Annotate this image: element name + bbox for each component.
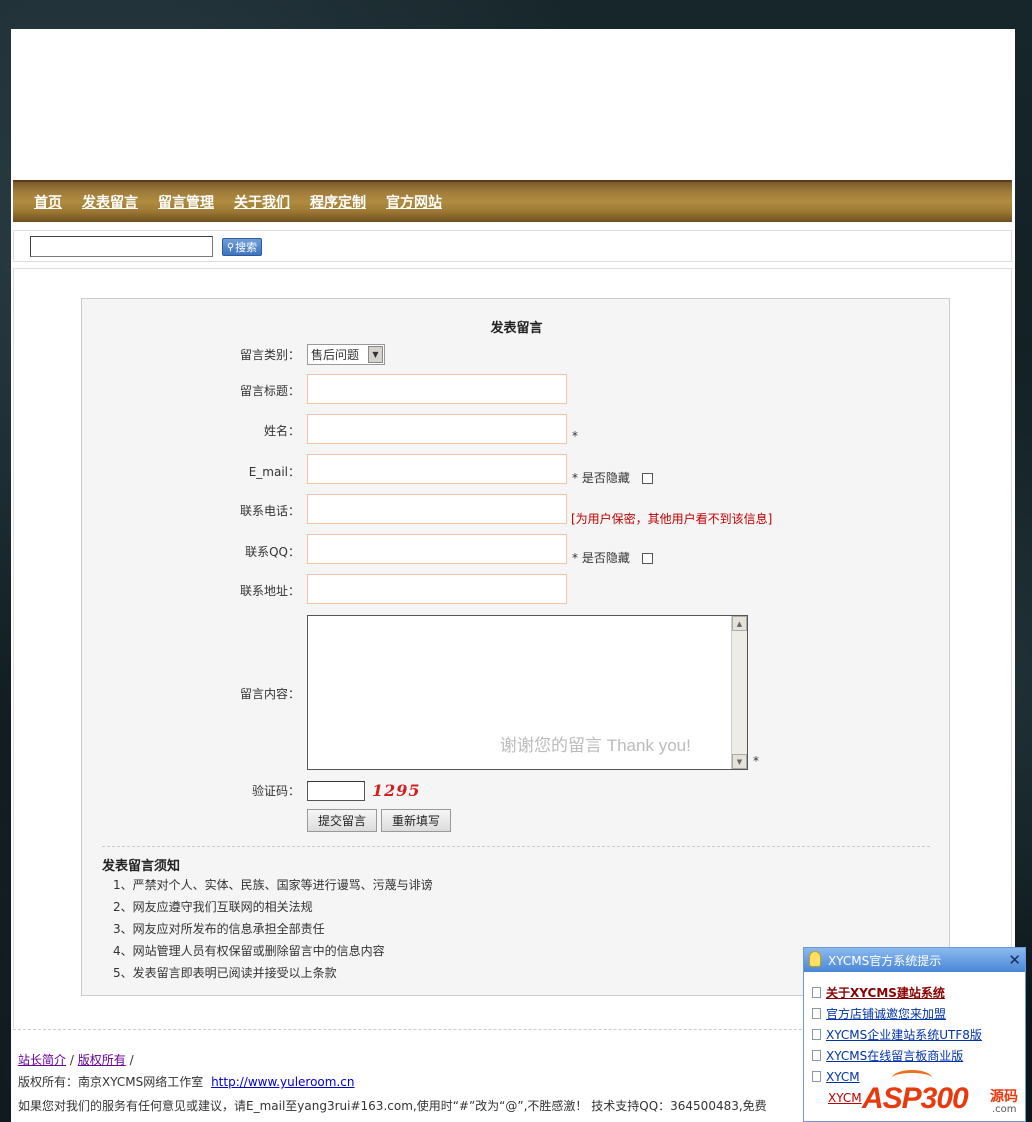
nav-manage-messages[interactable]: 留言管理 [158, 192, 214, 212]
category-select[interactable]: 售后问题 ▼ [307, 344, 385, 365]
rule-item: 2、网友应遵守我们互联网的相关法规 [113, 900, 313, 914]
email-required-mark: * [572, 471, 578, 485]
address-input[interactable] [307, 574, 567, 604]
popup-title: XYCMS官方系统提示 [828, 953, 942, 968]
name-label: 姓名： [263, 424, 300, 438]
address-label: 联系地址： [239, 584, 300, 598]
popup-list-item: XYCMS在线留言板商业版 [812, 1045, 1025, 1066]
nav-official-site[interactable]: 官方网站 [386, 192, 442, 212]
search-button-label: 搜索 [235, 241, 258, 254]
document-icon [812, 1029, 821, 1040]
qq-label: 联系QQ： [245, 545, 300, 559]
popup-link[interactable]: XYCM [826, 1070, 860, 1084]
category-selected-value: 售后问题 [311, 348, 360, 362]
header-banner [11, 29, 1015, 179]
scroll-up-icon[interactable]: ▲ [732, 616, 747, 631]
chevron-down-icon: ▼ [368, 346, 383, 363]
footer-contact: 如果您对我们的服务有任何意见或建议，请E_mail至yang3rui#163.c… [18, 1099, 767, 1113]
subject-input[interactable] [307, 374, 567, 404]
qq-hide-checkbox[interactable] [641, 553, 653, 564]
search-input[interactable] [30, 236, 213, 257]
qq-input[interactable] [307, 534, 567, 564]
document-icon [812, 987, 821, 998]
submit-button[interactable]: 提交留言 [307, 809, 378, 832]
search-icon: ⚲ [226, 241, 235, 253]
popup-link[interactable]: XYCM [828, 1091, 862, 1105]
watermark-brand: ASP300 [862, 1082, 969, 1115]
captcha-label: 验证码： [251, 784, 300, 798]
qq-hide-label: 是否隐藏 [581, 551, 630, 565]
email-hide-option: * 是否隐藏 [572, 469, 653, 486]
content-label: 留言内容： [239, 687, 300, 701]
rule-item: 5、发表留言即表明已阅读并接受以上条款 [113, 966, 337, 980]
rules-title: 发表留言须知 [102, 859, 181, 874]
popup-link[interactable]: 关于XYCMS建站系统 [826, 984, 945, 1001]
rule-item: 1、严禁对个人、实体、民族、国家等进行谩骂、污蔑与诽谤 [113, 878, 433, 892]
message-form: 发表留言 留言类别： 售后问题 ▼ 留言标题： 姓名： * E_mail： * … [81, 298, 950, 996]
popup-link[interactable]: XYCMS在线留言板商业版 [826, 1047, 963, 1064]
content-required-mark: * [753, 754, 759, 768]
watermark-logo: ASP300 源码 .com [862, 1070, 1032, 1122]
watermark-domain: .com [992, 1104, 1017, 1115]
qq-required-mark: * [572, 551, 578, 565]
footer-links: 站长简介 / 版权所有 / [18, 1051, 134, 1068]
footer-link-copyright[interactable]: 版权所有 [78, 1053, 126, 1067]
document-icon [812, 1008, 821, 1019]
email-hide-label: 是否隐藏 [581, 471, 630, 485]
footer-link-intro[interactable]: 站长简介 [18, 1053, 66, 1067]
email-hide-checkbox[interactable] [641, 473, 653, 484]
footer-copyright: 版权所有：南京XYCMS网络工作室 http://www.yuleroom.cn [18, 1073, 354, 1090]
phone-label: 联系电话： [239, 504, 300, 518]
category-label: 留言类别： [239, 348, 300, 362]
popup-link[interactable]: 官方店铺诚邀您来加盟 [826, 1005, 946, 1022]
phone-input[interactable] [307, 494, 567, 524]
lightbulb-icon [809, 951, 821, 967]
footer-site-link[interactable]: http://www.yuleroom.cn [211, 1075, 354, 1089]
nav-home[interactable]: 首页 [34, 192, 62, 212]
document-icon [812, 1071, 821, 1082]
name-input[interactable] [307, 414, 567, 444]
main-nav: 首页 发表留言 留言管理 关于我们 程序定制 官方网站 [13, 180, 1012, 222]
rule-item: 4、网站管理人员有权保留或删除留言中的信息内容 [113, 944, 385, 958]
reset-button[interactable]: 重新填写 [381, 809, 452, 832]
popup-list-item: 官方店铺诚邀您来加盟 [812, 1003, 1025, 1024]
popup-list-item: XYCMS企业建站系统UTF8版 [812, 1024, 1025, 1045]
captcha-input[interactable] [307, 781, 365, 801]
subject-label: 留言标题： [239, 384, 300, 398]
search-bar: ⚲ 搜索 [13, 230, 1012, 262]
content-placeholder: 谢谢您的留言 Thank you! [500, 736, 691, 755]
scroll-down-icon[interactable]: ▼ [732, 754, 747, 769]
footer-separator: / [129, 1053, 134, 1067]
form-title: 发表留言 [490, 321, 543, 336]
textarea-scrollbar[interactable]: ▲ ▼ [731, 616, 747, 769]
watermark-suffix: 源码 [990, 1089, 1018, 1105]
email-label: E_mail： [248, 465, 300, 479]
rule-item: 3、网友应对所发布的信息承担全部责任 [113, 922, 325, 936]
popup-header: XYCMS官方系统提示 ✕ [804, 948, 1025, 972]
email-input[interactable] [307, 454, 567, 484]
captcha-image: 1295 [372, 781, 421, 800]
close-icon[interactable]: ✕ [1008, 951, 1021, 969]
footer-separator: / [69, 1053, 74, 1067]
name-required-mark: * [572, 429, 578, 443]
qq-hide-option: * 是否隐藏 [572, 549, 653, 566]
divider [102, 846, 930, 847]
nav-post-message[interactable]: 发表留言 [82, 192, 138, 212]
nav-about-us[interactable]: 关于我们 [234, 192, 290, 212]
content-textarea[interactable]: 谢谢您的留言 Thank you! ▲ ▼ [307, 615, 748, 770]
popup-link[interactable]: XYCMS企业建站系统UTF8版 [826, 1026, 982, 1043]
phone-privacy-note: [为用户保密，其他用户看不到该信息] [571, 512, 773, 526]
search-button[interactable]: ⚲ 搜索 [222, 238, 262, 256]
copyright-text: 版权所有：南京XYCMS网络工作室 [18, 1075, 204, 1089]
nav-custom-program[interactable]: 程序定制 [310, 192, 366, 212]
document-icon [812, 1050, 821, 1061]
popup-list-item: 关于XYCMS建站系统 [812, 982, 1025, 1003]
main-content: 发表留言 留言类别： 售后问题 ▼ 留言标题： 姓名： * E_mail： * … [13, 268, 1012, 1028]
